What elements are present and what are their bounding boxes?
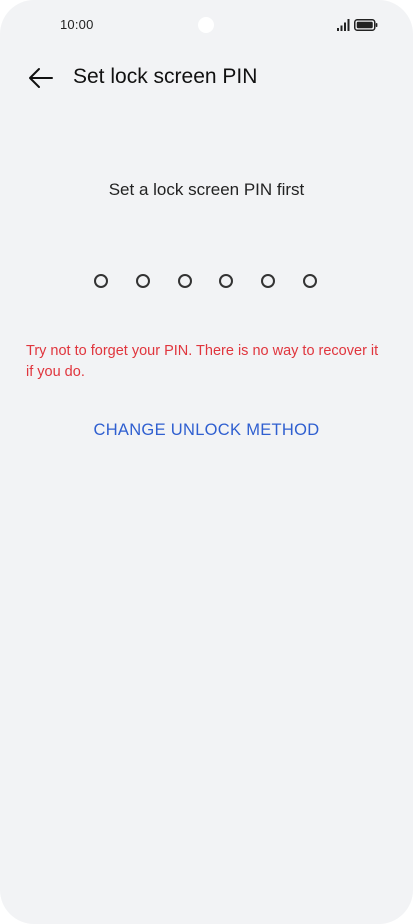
- status-bar: 10:00: [0, 0, 413, 50]
- status-time: 10:00: [60, 17, 94, 32]
- front-camera-cutout: [198, 17, 214, 33]
- pin-dot: [178, 274, 192, 288]
- battery-icon: [354, 19, 378, 31]
- pin-dot: [136, 274, 150, 288]
- pin-dot: [261, 274, 275, 288]
- pin-warning-text: Try not to forget your PIN. There is no …: [26, 343, 379, 380]
- back-button[interactable]: [22, 60, 58, 96]
- pin-dot: [303, 274, 317, 288]
- pin-entry-indicator[interactable]: [94, 274, 324, 290]
- pin-prompt: Set a lock screen PIN first: [108, 180, 305, 199]
- page-title: Set lock screen PIN: [73, 65, 258, 88]
- cellular-signal-icon: [337, 19, 350, 31]
- app-bar: Set lock screen PIN: [0, 58, 413, 98]
- screen: 10:00 Set lock screen PIN Set a lock scr…: [0, 0, 413, 924]
- change-unlock-method-button[interactable]: CHANGE UNLOCK METHOD: [0, 421, 413, 440]
- pin-dot: [219, 274, 233, 288]
- back-arrow-icon: [29, 68, 53, 88]
- pin-dot: [94, 274, 108, 288]
